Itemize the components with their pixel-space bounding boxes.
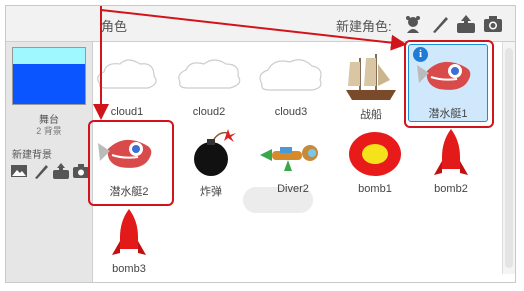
new-sprite-label: 新建角色: [336,19,392,34]
sprite-name: cloud2 [192,106,226,118]
upload-icon[interactable] [455,13,477,35]
brush-icon[interactable] [429,13,451,35]
rocket-icon [112,209,146,255]
backdrop-count: 2 背景 [36,126,62,136]
sailing-ship-icon [346,54,396,100]
sprite-name: cloud1 [110,106,144,118]
paint-sprite-icon[interactable] [402,13,424,35]
annotation-box-submarine2 [88,120,174,206]
sprite-name: Diver2 [277,183,309,195]
diver-icon [260,145,318,171]
sprite-name: bomb3 [112,263,146,275]
cloud-icon [97,59,157,89]
sprite-tile[interactable]: cloud1 [88,46,166,122]
sprite-name: 炸弹 [200,186,222,198]
sprite-tile[interactable]: bomb2 [412,123,490,199]
cloud-icon [178,59,241,89]
target-bomb-icon [349,132,401,176]
stage-thumbnail[interactable] [12,47,86,105]
sprite-tile[interactable]: 战船 [332,46,410,122]
new-backdrop-label: 新建背景 [12,150,52,161]
sprite-library-panel: 角色 新建角色: 舞台 2 背景 新建背景 cloud1 cloud2 clou… [5,5,516,283]
upload-icon[interactable] [52,162,70,180]
sprites-title: 角色 [101,19,128,34]
sprite-tile[interactable]: bomb3 [90,203,168,279]
new-sprite-icons [402,13,504,35]
rocket-icon [434,129,468,175]
sprite-tile[interactable]: Diver2 [254,123,332,199]
stage-pane: 舞台 2 背景 新建背景 [6,42,93,282]
annotation-box-submarine1 [404,40,494,128]
sprite-name: 战船 [360,109,382,121]
bomb-icon [194,129,236,176]
sprite-name: bomb1 [358,183,392,195]
cloud-icon [259,59,322,91]
sprite-tile[interactable]: cloud3 [252,46,330,122]
sprite-tile[interactable]: cloud2 [170,46,248,122]
sprite-name: bomb2 [434,183,468,195]
sprite-tile[interactable]: 炸弹 [172,123,250,199]
sprite-list-scrollbar[interactable] [502,42,515,274]
landscape-icon[interactable] [10,162,28,180]
camera-icon[interactable] [482,13,504,35]
new-backdrop-icons [10,162,90,182]
sprite-tile[interactable]: bomb1 [336,123,414,199]
sprite-name: cloud3 [274,106,308,118]
brush-icon[interactable] [32,162,50,180]
sprites-header: 角色 新建角色: [6,6,515,42]
